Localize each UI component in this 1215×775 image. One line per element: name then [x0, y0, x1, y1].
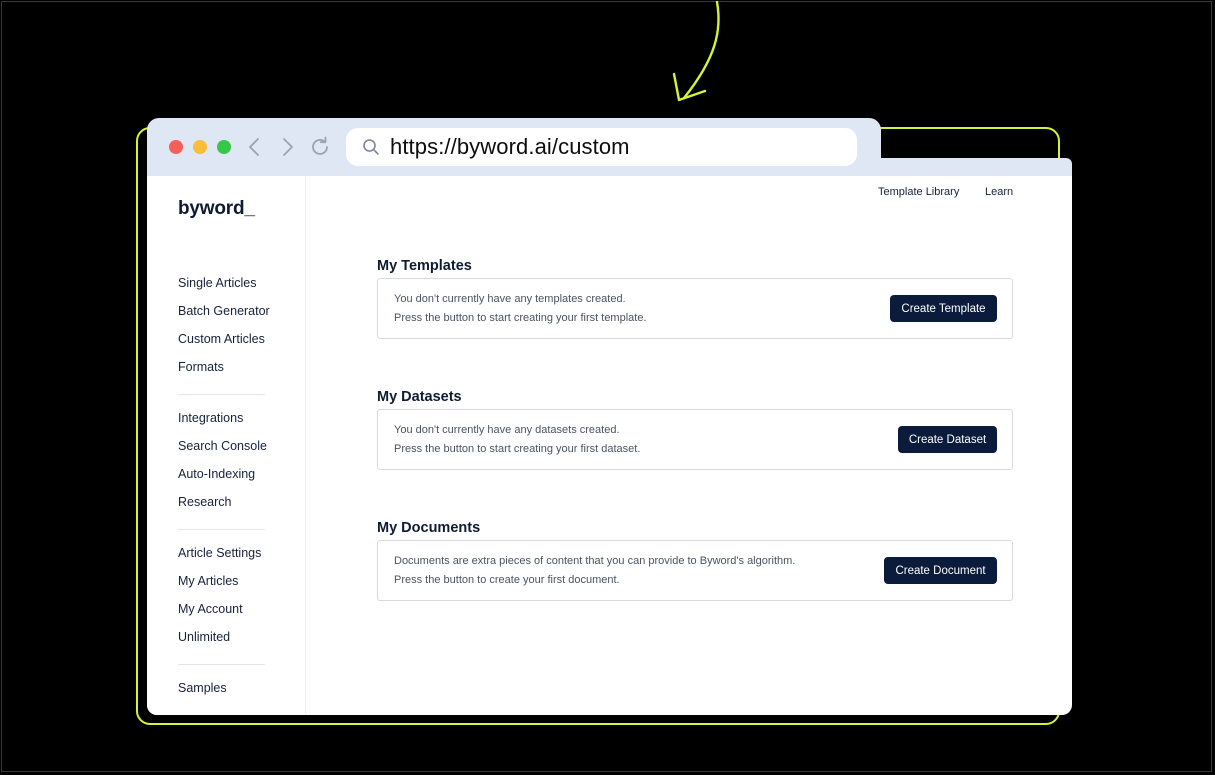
create-template-button[interactable]: Create Template [890, 295, 997, 322]
sidebar-item-auto-indexing[interactable]: Auto-Indexing [178, 467, 255, 481]
sidebar-item-research[interactable]: Research [178, 495, 232, 509]
sidebar-divider [178, 529, 265, 530]
search-icon [363, 139, 379, 155]
browser-window: https://byword.ai/custom byword_ Single … [147, 118, 1072, 715]
back-icon[interactable] [243, 135, 267, 159]
sidebar-item-single-articles[interactable]: Single Articles [178, 276, 257, 290]
create-dataset-button[interactable]: Create Dataset [898, 426, 997, 453]
sidebar-item-formats[interactable]: Formats [178, 360, 224, 374]
nav-learn[interactable]: Learn [985, 186, 1013, 198]
minimize-window-button[interactable] [193, 140, 207, 154]
templates-empty-message: You don't currently have any templates c… [394, 293, 626, 305]
sidebar-item-custom-articles[interactable]: Custom Articles [178, 332, 265, 346]
nav-template-library[interactable]: Template Library [878, 186, 959, 198]
browser-toolbar-extension [879, 158, 1072, 176]
close-window-button[interactable] [169, 140, 183, 154]
datasets-hint: Press the button to start creating your … [394, 443, 641, 455]
brand-logo[interactable]: byword_ [178, 198, 255, 220]
datasets-card: You don't currently have any datasets cr… [377, 409, 1013, 470]
address-bar[interactable]: https://byword.ai/custom [346, 128, 857, 166]
section-title-templates: My Templates [377, 258, 472, 274]
sidebar-item-unlimited[interactable]: Unlimited [178, 630, 230, 644]
reload-icon[interactable] [308, 135, 332, 159]
documents-description: Documents are extra pieces of content th… [394, 555, 796, 567]
section-title-documents: My Documents [377, 520, 481, 536]
forward-icon[interactable] [275, 135, 299, 159]
datasets-empty-message: You don't currently have any datasets cr… [394, 424, 620, 436]
templates-card: You don't currently have any templates c… [377, 278, 1013, 339]
sidebar-item-batch-generator[interactable]: Batch Generator [178, 304, 270, 318]
documents-hint: Press the button to create your first do… [394, 574, 620, 586]
url-text: https://byword.ai/custom [390, 134, 630, 159]
sidebar-item-my-articles[interactable]: My Articles [178, 574, 238, 588]
sidebar-item-my-account[interactable]: My Account [178, 602, 243, 616]
templates-hint: Press the button to start creating your … [394, 312, 647, 324]
sidebar-item-samples[interactable]: Samples [178, 681, 227, 695]
sidebar: byword_ Single Articles Batch Generator … [147, 176, 306, 715]
browser-toolbar: https://byword.ai/custom [147, 118, 881, 176]
sidebar-item-article-settings[interactable]: Article Settings [178, 546, 261, 560]
section-title-datasets: My Datasets [377, 389, 462, 405]
page-content: byword_ Single Articles Batch Generator … [147, 176, 1072, 715]
documents-card: Documents are extra pieces of content th… [377, 540, 1013, 601]
arrow-decoration [672, 0, 720, 102]
sidebar-item-integrations[interactable]: Integrations [178, 411, 243, 425]
create-document-button[interactable]: Create Document [884, 557, 997, 584]
sidebar-divider [178, 394, 265, 395]
sidebar-item-search-console[interactable]: Search Console [178, 439, 267, 453]
sidebar-divider [178, 664, 265, 665]
maximize-window-button[interactable] [217, 140, 231, 154]
